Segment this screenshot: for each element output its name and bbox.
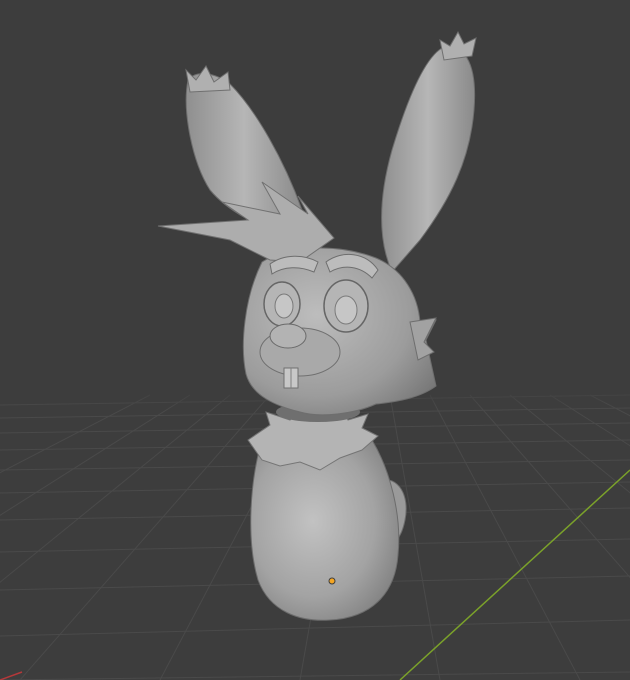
right-pupil-mesh bbox=[334, 295, 358, 325]
right-ear-tip-mesh bbox=[439, 30, 477, 61]
left-ear-tip-mesh bbox=[185, 65, 231, 93]
right-ear-mesh bbox=[381, 46, 476, 273]
nose-mesh bbox=[269, 323, 307, 349]
left-pupil-mesh bbox=[274, 293, 294, 319]
object-origin-dot[interactable] bbox=[328, 577, 336, 585]
x-axis-line bbox=[0, 671, 23, 680]
y-axis-line bbox=[399, 469, 630, 680]
rabbit-model[interactable] bbox=[157, 30, 477, 621]
3d-viewport[interactable] bbox=[0, 0, 630, 680]
viewport-canvas[interactable] bbox=[0, 0, 630, 680]
